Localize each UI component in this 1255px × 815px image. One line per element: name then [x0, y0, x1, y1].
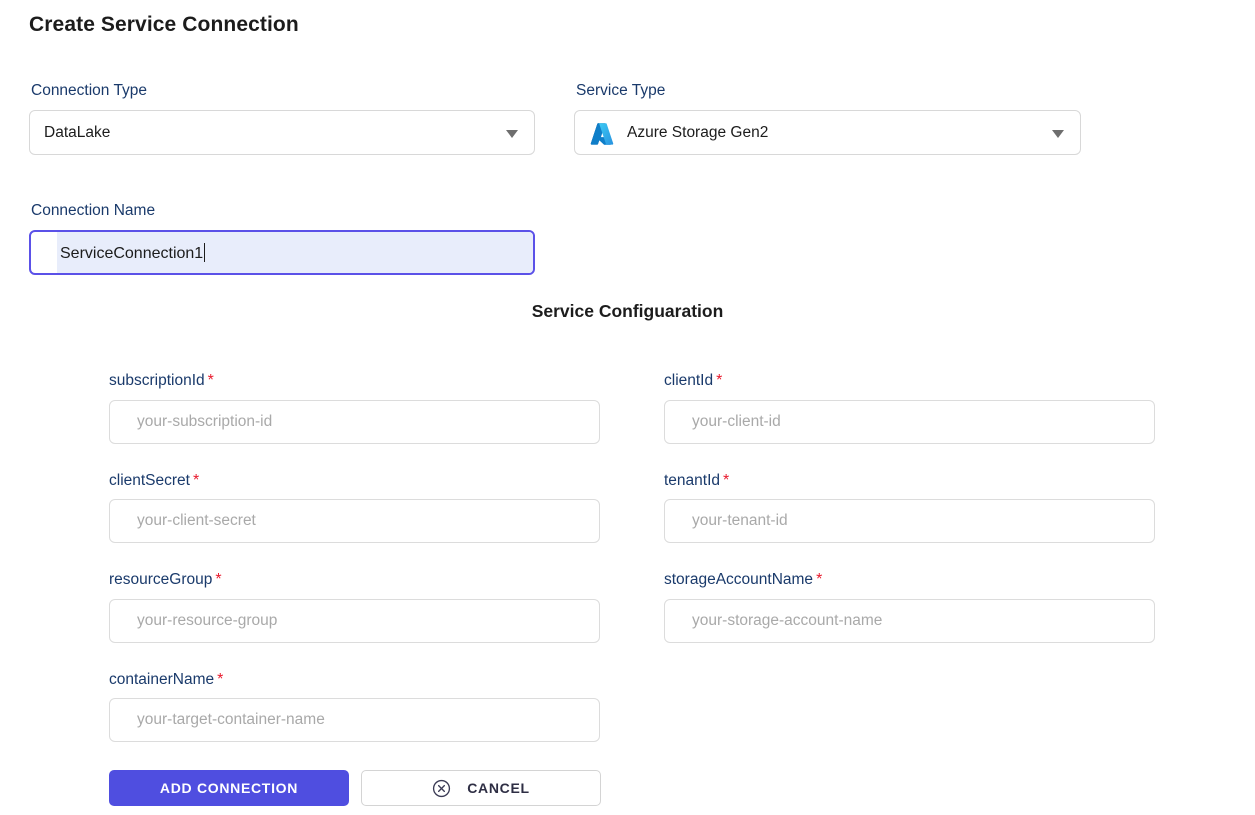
form-row: clientSecret* tenantId*: [109, 472, 1155, 544]
service-type-select[interactable]: Azure Storage Gen2: [574, 110, 1081, 156]
connection-name-group: Connection Name ServiceConnection1: [29, 202, 535, 276]
client-id-input[interactable]: [664, 399, 1155, 444]
required-indicator: *: [217, 670, 224, 688]
connection-name-input[interactable]: ServiceConnection1: [29, 230, 535, 276]
cancel-button[interactable]: CANCEL: [361, 770, 601, 806]
required-indicator: *: [723, 471, 730, 489]
field-container-name: containerName *: [109, 671, 600, 743]
field-label: storageAccountName *: [664, 571, 823, 589]
create-service-connection-page: Create Service Connection Connection Typ…: [0, 0, 1255, 815]
field-label: tenantId *: [664, 471, 730, 489]
circle-x-icon: [433, 779, 451, 797]
form-row: containerName *: [109, 671, 1155, 743]
field-label: resourceGroup *: [109, 571, 222, 589]
connection-type-value: DataLake: [44, 123, 111, 141]
connection-type-group: Connection Type DataLake: [29, 82, 535, 156]
required-indicator: *: [716, 372, 723, 389]
connection-type-select[interactable]: DataLake: [29, 110, 535, 156]
field-label: clientSecret *: [109, 471, 200, 489]
tenant-id-input[interactable]: [664, 499, 1155, 544]
subscription-id-input[interactable]: [109, 399, 600, 444]
field-label: subscriptionId *: [109, 372, 214, 389]
field-client-secret: clientSecret *: [109, 472, 600, 544]
field-storage-account-name: storageAccountName *: [664, 571, 1155, 643]
connection-name-value-wrap: ServiceConnection1: [60, 242, 206, 263]
cancel-button-label: CANCEL: [467, 780, 530, 796]
page-title: Create Service Connection: [29, 13, 299, 36]
field-client-id: clientId *: [664, 372, 1155, 444]
form-actions: ADD CONNECTION CANCEL: [109, 770, 601, 806]
service-configuration-form: subscriptionId* clientId* clientSecret* …: [109, 372, 1155, 770]
resource-group-input[interactable]: [109, 598, 600, 643]
field-subscription-id: subscriptionId *: [109, 372, 600, 444]
service-type-value: Azure Storage Gen2: [627, 123, 769, 141]
azure-logo-icon: [590, 122, 614, 145]
service-type-group: Service Type Azure Storage Gen2: [574, 82, 1081, 156]
client-secret-input[interactable]: [109, 499, 600, 544]
chevron-down-icon: [506, 129, 518, 138]
text-caret: [204, 242, 206, 262]
service-type-label: Service Type: [576, 82, 666, 99]
connection-selectors-row: Connection Type DataLake Service Type Az…: [0, 82, 1255, 162]
container-name-input[interactable]: [109, 698, 600, 743]
required-indicator: *: [215, 571, 222, 589]
add-connection-button[interactable]: ADD CONNECTION: [109, 770, 349, 806]
field-label: clientId *: [664, 372, 723, 389]
required-indicator: *: [192, 471, 200, 489]
field-label: containerName *: [109, 670, 224, 688]
connection-type-label: Connection Type: [31, 82, 148, 99]
field-tenant-id: tenantId *: [664, 472, 1155, 544]
chevron-down-icon: [1052, 129, 1064, 138]
required-indicator: *: [207, 372, 214, 389]
required-indicator: *: [816, 571, 823, 589]
service-configuration-heading: Service Configuaration: [531, 301, 724, 321]
connection-name-value: ServiceConnection1: [60, 244, 204, 262]
form-row: resourceGroup* storageAccountName*: [109, 571, 1155, 643]
connection-name-label: Connection Name: [31, 202, 156, 219]
storage-account-name-input[interactable]: [664, 598, 1155, 643]
field-resource-group: resourceGroup *: [109, 571, 600, 643]
form-row: subscriptionId* clientId*: [109, 372, 1155, 444]
